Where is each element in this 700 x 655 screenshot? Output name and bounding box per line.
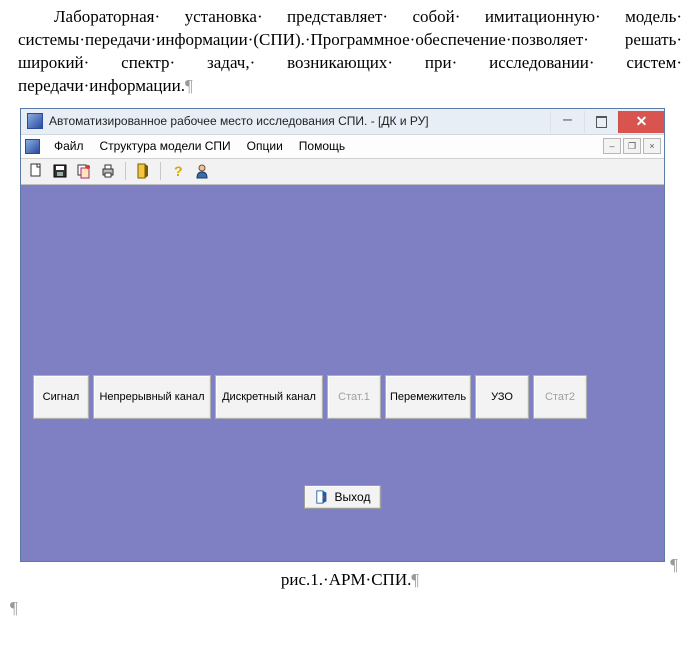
menubar: Файл Структура модели СПИ Опции Помощь –… xyxy=(21,135,664,159)
mdi-restore-button[interactable]: ❐ xyxy=(623,138,641,154)
menu-options[interactable]: Опции xyxy=(239,136,291,156)
toolbar-separator xyxy=(160,162,161,180)
module-button: Стат.1 xyxy=(327,375,381,419)
maximize-button[interactable] xyxy=(584,111,618,133)
paragraph-mark: ¶ xyxy=(670,555,678,575)
save-icon xyxy=(52,163,68,179)
window-controls xyxy=(550,109,664,134)
copy-button[interactable] xyxy=(74,161,94,181)
about-tool-button[interactable] xyxy=(192,161,212,181)
save-button[interactable] xyxy=(50,161,70,181)
menu-structure[interactable]: Структура модели СПИ xyxy=(92,136,239,156)
door-exit-icon xyxy=(135,163,151,179)
module-button[interactable]: Перемежитель xyxy=(385,375,471,419)
menu-help[interactable]: Помощь xyxy=(291,136,353,156)
mdi-child-controls: – ❐ × xyxy=(603,138,664,154)
module-button-row: СигналНепрерывный каналДискретный каналС… xyxy=(33,375,587,419)
menu-file[interactable]: Файл xyxy=(46,136,92,156)
app-icon xyxy=(27,113,43,129)
toolbar: ? xyxy=(21,159,664,185)
toolbar-separator xyxy=(125,162,126,180)
svg-text:?: ? xyxy=(174,163,183,179)
new-file-icon xyxy=(28,163,44,179)
workspace: СигналНепрерывный каналДискретный каналС… xyxy=(21,185,664,561)
exit-button[interactable]: Выход xyxy=(304,485,382,509)
question-icon: ? xyxy=(170,163,186,179)
new-file-button[interactable] xyxy=(26,161,46,181)
minimize-button[interactable] xyxy=(550,111,584,133)
person-icon xyxy=(194,163,210,179)
figure-caption: рис.1.·АРМ·СПИ.¶ xyxy=(0,562,700,590)
exit-tool-button[interactable] xyxy=(133,161,153,181)
print-icon xyxy=(100,163,116,179)
module-button[interactable]: Дискретный канал xyxy=(215,375,323,419)
titlebar[interactable]: Автоматизированное рабочее место исследо… xyxy=(21,109,664,135)
copy-icon xyxy=(76,163,92,179)
exit-button-label: Выход xyxy=(335,490,371,504)
app-window: Автоматизированное рабочее место исследо… xyxy=(20,108,665,562)
mdi-close-button[interactable]: × xyxy=(643,138,661,154)
module-button[interactable]: УЗО xyxy=(475,375,529,419)
app-icon-small xyxy=(25,139,40,154)
mdi-minimize-button[interactable]: – xyxy=(603,138,621,154)
module-button[interactable]: Непрерывный канал xyxy=(93,375,211,419)
window-title: Автоматизированное рабочее место исследо… xyxy=(49,114,550,128)
module-button[interactable]: Сигнал xyxy=(33,375,89,419)
help-tool-button[interactable]: ? xyxy=(168,161,188,181)
empty-paragraph: ¶ xyxy=(0,590,700,618)
intro-paragraph: Лабораторная· установка· представляет· с… xyxy=(0,0,700,98)
print-button[interactable] xyxy=(98,161,118,181)
module-button: Стат2 xyxy=(533,375,587,419)
close-button[interactable] xyxy=(618,111,664,133)
door-exit-icon xyxy=(315,490,329,504)
